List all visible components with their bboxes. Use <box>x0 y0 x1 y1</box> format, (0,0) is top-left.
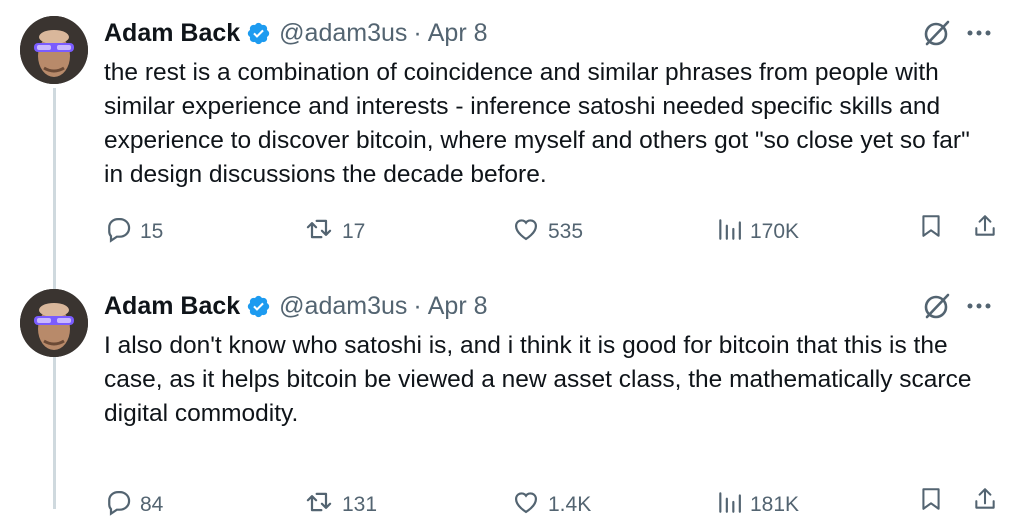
bookmark-icon <box>918 485 944 519</box>
views-icon <box>716 215 742 249</box>
more-icon[interactable] <box>966 29 992 37</box>
views-count: 181K <box>750 493 800 516</box>
share-button[interactable] <box>972 485 998 519</box>
separator: · <box>413 18 422 47</box>
reply-count: 15 <box>140 220 164 243</box>
like-icon <box>512 488 540 522</box>
verified-badge-icon <box>246 21 271 46</box>
tweet-actions: 15 17 535 170K <box>104 212 1004 252</box>
grok-icon[interactable] <box>922 18 952 48</box>
separator: · <box>413 291 422 320</box>
tweet-text: I also don't know who satoshi is, and i … <box>104 332 972 427</box>
bookmark-icon <box>918 212 944 246</box>
tweet-actions: 84 131 1.4K 181K <box>104 485 1004 525</box>
avatar[interactable] <box>20 289 88 357</box>
author-name[interactable]: Adam Back <box>104 19 240 48</box>
tweet-text: the rest is a combination of coincidence… <box>104 59 970 188</box>
tweet-date[interactable]: Apr 8 <box>428 292 488 321</box>
share-icon <box>972 485 998 519</box>
tweet-top-actions <box>922 18 992 48</box>
like-icon <box>512 215 540 249</box>
views-count: 170K <box>750 220 800 243</box>
views-button[interactable]: 170K <box>716 212 799 252</box>
bookmark-button[interactable] <box>918 212 944 246</box>
like-button[interactable]: 535 <box>512 212 583 252</box>
retweet-icon <box>304 215 334 249</box>
retweet-button[interactable]: 17 <box>304 212 365 252</box>
reply-button[interactable]: 84 <box>104 485 163 525</box>
views-icon <box>716 488 742 522</box>
retweet-count: 131 <box>342 493 378 516</box>
reply-button[interactable]: 15 <box>104 212 163 252</box>
tweet-1: Adam Back @adam3us · Apr 8 the rest is a… <box>0 0 1024 250</box>
verified-badge-icon <box>246 294 271 319</box>
author-handle[interactable]: @adam3us <box>279 292 407 321</box>
like-button[interactable]: 1.4K <box>512 485 591 525</box>
tweet-top-actions <box>922 291 992 321</box>
tweet-header: Adam Back @adam3us · Apr 8 <box>104 289 488 323</box>
reply-count: 84 <box>140 493 164 516</box>
reply-icon <box>104 488 132 522</box>
tweet-2: Adam Back @adam3us · Apr 8 I also don't … <box>0 273 1024 523</box>
grok-icon[interactable] <box>922 291 952 321</box>
more-icon[interactable] <box>966 302 992 310</box>
like-count: 1.4K <box>548 493 592 516</box>
share-icon <box>972 212 998 246</box>
retweet-icon <box>304 488 334 522</box>
retweet-button[interactable]: 131 <box>304 485 377 525</box>
tweet-header: Adam Back @adam3us · Apr 8 <box>104 16 488 50</box>
avatar[interactable] <box>20 16 88 84</box>
bookmark-button[interactable] <box>918 485 944 519</box>
views-button[interactable]: 181K <box>716 485 799 525</box>
tweet-date[interactable]: Apr 8 <box>428 19 488 48</box>
author-name[interactable]: Adam Back <box>104 292 240 321</box>
share-button[interactable] <box>972 212 998 246</box>
author-handle[interactable]: @adam3us <box>279 19 407 48</box>
retweet-count: 17 <box>342 220 366 243</box>
reply-icon <box>104 215 132 249</box>
like-count: 535 <box>548 220 584 243</box>
